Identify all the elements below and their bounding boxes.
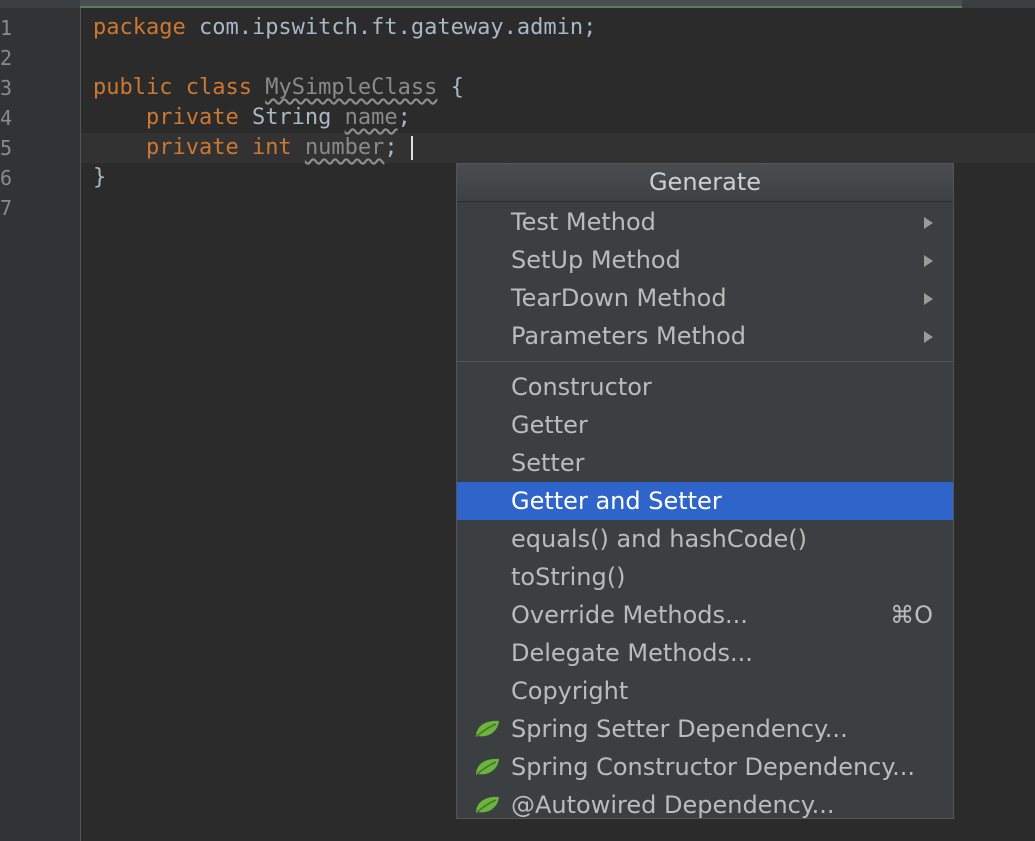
menu-item-delegate-methods[interactable]: Delegate Methods... <box>457 634 953 672</box>
menu-item-label: Constructor <box>511 373 652 401</box>
menu-item-setup-method[interactable]: SetUp Method <box>457 241 953 279</box>
submenu-arrow-icon <box>924 217 933 229</box>
menu-item-label: SetUp Method <box>511 246 681 274</box>
line-number: 3 <box>0 76 13 100</box>
menu-item-label: @Autowired Dependency... <box>511 791 835 819</box>
menu-item-override-methods[interactable]: Override Methods... ⌘O <box>457 596 953 634</box>
menu-item-teardown-method[interactable]: TearDown Method <box>457 279 953 317</box>
semicolon: ; <box>397 105 411 130</box>
menu-item-tostring[interactable]: toString() <box>457 558 953 596</box>
keyboard-shortcut: ⌘O <box>890 601 933 629</box>
submenu-arrow-icon <box>924 255 933 267</box>
class-name: MySimpleClass <box>265 75 438 100</box>
line-number-gutter: 1 2 3 4 5 6 7 <box>0 8 81 841</box>
active-tab-indicator[interactable] <box>80 0 962 8</box>
code-line-1[interactable]: package com.ipswitch.ft.gateway.admin; <box>93 13 596 43</box>
menu-item-constructor[interactable]: Constructor <box>457 368 953 406</box>
keyword: private int <box>145 135 292 160</box>
line-number: 7 <box>0 196 13 220</box>
editor-tab-bar <box>0 0 1035 8</box>
submenu-arrow-icon <box>924 331 933 343</box>
keyword: package <box>93 15 186 40</box>
brace: } <box>93 165 107 190</box>
menu-separator <box>457 361 953 362</box>
spring-leaf-icon <box>476 758 499 775</box>
keyword: private <box>145 105 239 130</box>
code-line-4[interactable]: private String name; <box>93 103 411 133</box>
code-line-3[interactable]: public class MySimpleClass { <box>93 73 464 103</box>
menu-item-label: Parameters Method <box>511 322 747 350</box>
menu-item-spring-constructor-dependency[interactable]: Spring Constructor Dependency... <box>457 748 953 786</box>
line-number: 1 <box>0 16 13 40</box>
menu-item-label: toString() <box>511 563 626 591</box>
menu-item-equals-hashcode[interactable]: equals() and hashCode() <box>457 520 953 558</box>
menu-item-label: Setter <box>511 449 585 477</box>
line-number: 4 <box>0 106 13 130</box>
type-name: String <box>238 105 345 130</box>
menu-item-spring-setter-dependency[interactable]: Spring Setter Dependency... <box>457 710 953 748</box>
field-name: number <box>304 135 385 160</box>
menu-item-setter[interactable]: Setter <box>457 444 953 482</box>
menu-item-label: Getter <box>511 411 588 439</box>
spring-leaf-icon <box>476 796 499 813</box>
menu-item-label: Test Method <box>511 208 656 236</box>
keyword: public class <box>93 75 252 100</box>
menu-item-label: Override Methods... <box>511 601 748 629</box>
menu-item-test-method[interactable]: Test Method <box>457 203 953 241</box>
menu-item-getter-and-setter[interactable]: Getter and Setter <box>457 482 953 520</box>
code-line-5[interactable]: private int number; <box>93 133 398 163</box>
line-number: 6 <box>0 166 13 190</box>
code-line-6[interactable]: } <box>93 163 106 193</box>
semicolon: ; <box>384 135 398 160</box>
line-number: 5 <box>0 136 13 160</box>
menu-item-label: Spring Setter Dependency... <box>511 715 848 743</box>
text-caret <box>411 136 413 160</box>
generate-popup: Generate Test Method SetUp Method TearDo… <box>456 163 954 819</box>
menu-item-label: TearDown Method <box>511 284 727 312</box>
menu-item-autowired-dependency[interactable]: @Autowired Dependency... <box>457 786 953 824</box>
menu-item-label: Copyright <box>511 677 629 705</box>
menu-item-parameters-method[interactable]: Parameters Method <box>457 317 953 355</box>
menu-item-label: Getter and Setter <box>511 487 722 515</box>
field-name: name <box>344 105 398 130</box>
submenu-arrow-icon <box>924 293 933 305</box>
package-name: com.ipswitch.ft.gateway.admin; <box>185 15 597 40</box>
menu-item-copyright[interactable]: Copyright <box>457 672 953 710</box>
popup-title: Generate <box>457 164 953 202</box>
menu-item-getter[interactable]: Getter <box>457 406 953 444</box>
menu-item-label: Spring Constructor Dependency... <box>511 753 916 781</box>
menu-item-label: Delegate Methods... <box>511 639 753 667</box>
menu-group-test: Test Method SetUp Method TearDown Method… <box>457 202 953 355</box>
menu-group-generate: Constructor Getter Setter Getter and Set… <box>457 367 953 824</box>
spring-leaf-icon <box>476 720 499 737</box>
menu-item-label: equals() and hashCode() <box>511 525 808 553</box>
line-number: 2 <box>0 46 13 70</box>
brace: { <box>437 75 464 100</box>
